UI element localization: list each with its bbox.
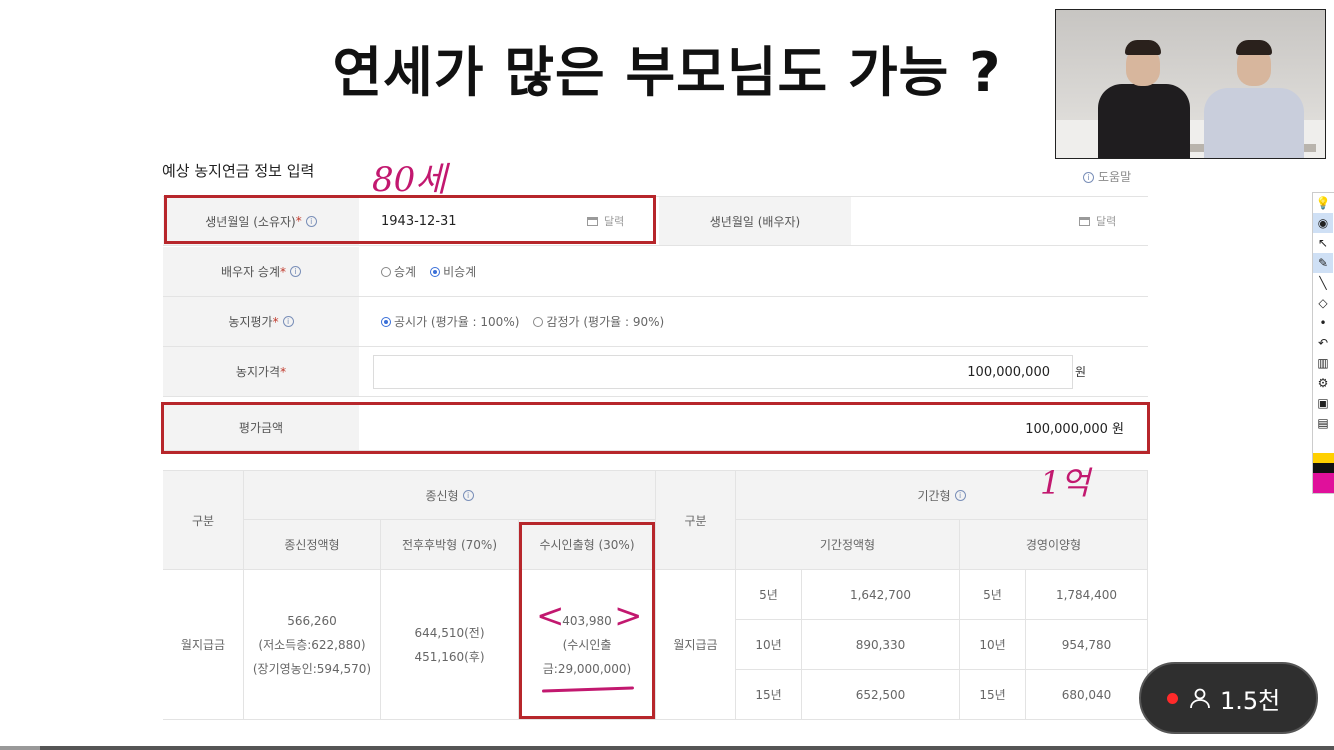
eye-icon[interactable]: ◉ — [1313, 213, 1333, 233]
transfer-period: 5년 — [960, 570, 1026, 620]
radio-appraisal[interactable]: 감정가 (평가율 : 90%) — [533, 313, 664, 330]
pen-note-amount: 1억 — [1040, 464, 1090, 502]
highlighter-icon[interactable]: ✎ — [1313, 253, 1333, 273]
lifetime-fixed-values: 566,260 (저소득층:622,880) (장기영농인:594,570) — [244, 570, 381, 720]
term-period: 15년 — [736, 670, 802, 720]
land-price-row: 농지가격 * 100,000,000 원 — [163, 347, 1148, 397]
radio-circle-icon — [533, 317, 544, 327]
land-eval-label: 농지평가 * i — [163, 297, 359, 346]
person-icon — [1188, 686, 1212, 710]
transfer-value: 954,780 — [1026, 620, 1148, 670]
transfer-value: 680,040 — [1026, 670, 1148, 720]
viewer-count: 1.5천 — [1220, 686, 1281, 715]
row-label-monthly: 월지급금 — [163, 570, 244, 720]
radio-circle-icon — [381, 267, 391, 277]
highlight-birth-owner — [164, 195, 656, 244]
camera-icon[interactable]: ▣ — [1313, 393, 1333, 413]
undo-icon[interactable]: ↶ — [1313, 333, 1333, 353]
pen-bracket-left: < — [536, 596, 565, 636]
annotation-toolbar: 💡 ◉ ↖ ✎ ╲ ◇ • ↶ ▥ ⚙ ▣ ▤ — [1312, 192, 1334, 494]
info-icon[interactable]: i — [290, 266, 301, 277]
transfer-period: 10년 — [960, 620, 1026, 670]
viewer-count-badge: 1.5천 — [1139, 662, 1318, 734]
help-link[interactable]: i 도움말 — [1083, 168, 1131, 185]
land-price-input[interactable]: 100,000,000 — [373, 355, 1073, 389]
cursor-icon[interactable]: ↖ — [1313, 233, 1333, 253]
info-icon[interactable]: i — [282, 316, 294, 327]
radio-checked-icon — [381, 317, 391, 327]
land-eval-row: 농지평가 * i 공시가 (평가율 : 100%) 감정가 (평가율 : 90%) — [163, 297, 1148, 347]
gubun-header-2: 구분 — [656, 470, 736, 570]
pen-note-age: 80세 — [372, 160, 447, 200]
succession-row: 배우자 승계 * i 승계 비승계 — [163, 247, 1148, 297]
calendar-icon — [1079, 216, 1090, 226]
color-palette[interactable] — [1313, 453, 1334, 493]
form-title: 예상 농지연금 정보 입력 — [162, 162, 315, 180]
term-fixed-value: 652,500 — [802, 670, 960, 720]
sub-transfer: 경영이양형 — [960, 520, 1148, 570]
pen-bracket-right: > — [614, 596, 643, 636]
succession-label: 배우자 승계 * i — [163, 247, 359, 296]
term-fixed-value: 1,642,700 — [802, 570, 960, 620]
transfer-value: 1,784,400 — [1026, 570, 1148, 620]
pen-settings-icon[interactable]: ⚙ — [1313, 373, 1333, 393]
clipboard-icon[interactable]: ▤ — [1313, 413, 1333, 433]
radio-succession[interactable]: 승계 — [381, 263, 416, 280]
highlight-eval-amount — [161, 402, 1150, 454]
calendar-button[interactable]: 달력 — [1079, 197, 1116, 245]
term-period: 5년 — [736, 570, 802, 620]
birth-spouse-label: 생년월일 (배우자) — [659, 197, 851, 245]
radio-official-price[interactable]: 공시가 (평가율 : 100%) — [381, 313, 519, 330]
gubun-header: 구분 — [163, 470, 244, 570]
birth-spouse-input[interactable] — [853, 197, 1073, 245]
eraser-icon[interactable]: ◇ — [1313, 293, 1333, 313]
info-icon[interactable]: i — [462, 489, 474, 501]
land-price-label: 농지가격 * — [163, 347, 359, 396]
info-icon[interactable]: i — [954, 489, 966, 501]
lifetime-header: 종신형 i — [244, 470, 656, 520]
radio-no-succession[interactable]: 비승계 — [430, 263, 476, 280]
live-dot-icon — [1167, 692, 1178, 704]
pen-icon[interactable]: ╲ — [1313, 273, 1333, 293]
result-table: 구분 종신형 i 구분 기간형 i 종신정액형 전후후박형 (70%) 수시인출형 … — [163, 470, 1148, 720]
webcam-overlay — [1055, 9, 1326, 159]
sub-term-fixed: 기간정액형 — [736, 520, 960, 570]
term-period: 10년 — [736, 620, 802, 670]
transfer-period: 15년 — [960, 670, 1026, 720]
sub-lifetime-fixed: 종신정액형 — [244, 520, 381, 570]
radio-checked-icon — [430, 267, 441, 277]
term-fixed-value: 890,330 — [802, 620, 960, 670]
row-label-monthly-2: 월지급금 — [656, 570, 736, 720]
dot-icon[interactable]: • — [1313, 313, 1333, 333]
land-price-unit: 원 — [1075, 365, 1087, 379]
trash-icon[interactable]: ▥ — [1313, 353, 1333, 373]
video-progress-bar[interactable] — [0, 746, 1334, 750]
sub-front-heavy: 전후후박형 (70%) — [381, 520, 519, 570]
info-icon: i — [1083, 172, 1094, 183]
lightbulb-icon[interactable]: 💡 — [1313, 193, 1333, 213]
front-heavy-values: 644,510(전) 451,160(후) — [381, 570, 519, 720]
